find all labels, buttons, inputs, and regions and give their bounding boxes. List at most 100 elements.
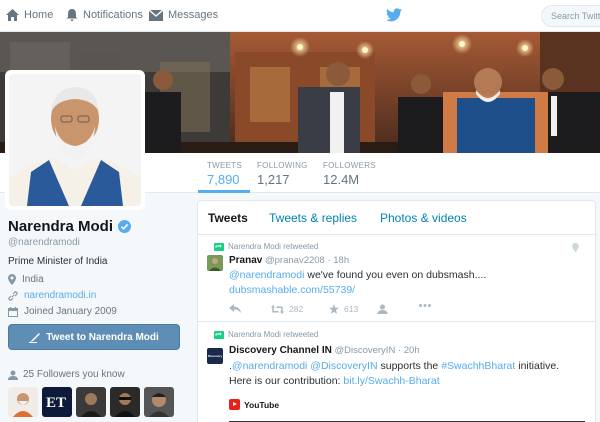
active-stat-indicator: [198, 190, 250, 193]
tweet-timestamp[interactable]: · 18h: [327, 255, 349, 266]
tweet-actions: 282 613: [229, 304, 431, 316]
retweet-button[interactable]: 282: [271, 304, 303, 314]
reply-icon: [229, 304, 241, 313]
follower-avatar[interactable]: [144, 387, 174, 417]
stat-following-label: FOLLOWING: [257, 161, 308, 170]
compose-quill-icon: [29, 332, 41, 343]
tweet-mention[interactable]: @DiscoveryIN: [310, 360, 377, 372]
tweet-mention[interactable]: @narendramodi: [229, 269, 304, 281]
more-dots-icon: [419, 304, 431, 307]
stat-following-count: 1,217: [257, 172, 290, 187]
profile-location: India: [8, 274, 44, 285]
link-icon: [8, 290, 18, 301]
profile-location-text: India: [22, 274, 44, 285]
profile-joined-text: Joined January 2009: [24, 306, 117, 317]
tweet-hashtag[interactable]: #SwachhBharat: [441, 360, 515, 372]
retweet-context-text: Narendra Modi retweeted: [228, 242, 319, 251]
profile-joined: Joined January 2009: [8, 306, 117, 317]
location-pin-icon: [572, 243, 579, 252]
tweet-header: Pranav @pranav2208 · 18h: [229, 255, 349, 266]
tweet-author-avatar[interactable]: [207, 255, 223, 271]
timeline-tabs: Tweets Tweets & replies Photos & videos: [198, 201, 595, 235]
stat-followers[interactable]: FOLLOWERS 12.4M: [323, 161, 376, 187]
tweet-body: we've found you even on dubsmash....: [304, 269, 487, 281]
timeline: Tweets Tweets & replies Photos & videos …: [197, 200, 596, 422]
tweet-author-name[interactable]: Discovery Channel IN: [229, 345, 332, 356]
reply-button[interactable]: [229, 304, 246, 313]
tab-tweets-and-replies[interactable]: Tweets & replies: [269, 211, 357, 225]
tweet[interactable]: Narendra Modi retweeted Discovery Discov…: [198, 323, 595, 422]
follower-avatar[interactable]: [76, 387, 106, 417]
star-icon: [329, 304, 339, 314]
stat-followers-count: 12.4M: [323, 172, 360, 187]
more-button[interactable]: [419, 304, 436, 307]
nav-home-label: Home: [24, 9, 54, 21]
tweet[interactable]: Narendra Modi retweeted Pranav @pranav22…: [198, 235, 595, 322]
retweet-badge-icon: [214, 242, 224, 251]
top-navigation-bar: Home Notifications Messages Search Twitt…: [0, 0, 600, 32]
retweet-context: Narendra Modi retweeted: [214, 242, 318, 251]
tweet-author-avatar[interactable]: Discovery: [207, 348, 223, 364]
tab-tweets[interactable]: Tweets: [208, 211, 248, 225]
profile-website[interactable]: narendramodi.in: [8, 290, 96, 301]
location-pin-icon: [8, 274, 16, 285]
tweet-link[interactable]: bit.ly/Swachh-Bharat: [343, 375, 439, 387]
retweet-count: 282: [289, 304, 304, 314]
nav-notifications-label: Notifications: [83, 9, 143, 21]
stat-tweets[interactable]: TWEETS 7,890: [207, 161, 242, 187]
nav-messages[interactable]: Messages: [149, 9, 218, 21]
search-input[interactable]: Search Twitter: [541, 5, 600, 27]
tweet-mention[interactable]: @narendramodi: [232, 360, 307, 372]
follower-avatar[interactable]: ET: [42, 387, 72, 417]
profile-handle[interactable]: @narendramodi: [8, 237, 80, 248]
youtube-card-text: YouTube: [244, 399, 280, 410]
calendar-icon: [8, 306, 18, 317]
tweet-timestamp[interactable]: · 20h: [398, 345, 420, 356]
stat-following[interactable]: FOLLOWING 1,217: [257, 161, 308, 187]
svg-text:ET: ET: [46, 395, 66, 411]
follower-avatar[interactable]: [110, 387, 140, 417]
nav-home[interactable]: Home: [6, 9, 53, 21]
tweet-body: initiative.: [515, 360, 560, 372]
tweet-to-button-label: Tweet to Narendra Modi: [46, 331, 159, 343]
retweet-badge-icon: [214, 330, 224, 339]
tweet-author-name[interactable]: Pranav: [229, 255, 262, 266]
tweet-body: supports the: [377, 360, 442, 372]
profile-website-text[interactable]: narendramodi.in: [24, 290, 96, 301]
home-icon: [6, 9, 19, 21]
retweet-icon: [271, 304, 284, 314]
follow-button[interactable]: [377, 304, 393, 314]
stat-tweets-count: 7,890: [207, 172, 240, 187]
tweet-author-handle[interactable]: @DiscoveryIN: [334, 345, 395, 356]
tweet-author-handle[interactable]: @pranav2208: [265, 255, 325, 266]
favorite-count: 613: [344, 304, 359, 314]
follower-avatars: ET: [8, 387, 174, 417]
retweet-context-text: Narendra Modi retweeted: [228, 330, 319, 339]
stat-followers-label: FOLLOWERS: [323, 161, 376, 170]
retweet-context: Narendra Modi retweeted: [214, 330, 318, 339]
nav-messages-label: Messages: [168, 9, 219, 21]
profile-bio: Prime Minister of India: [8, 256, 108, 267]
verified-badge-icon: [118, 220, 132, 233]
tweet-link[interactable]: dubsmashable.com/55739/: [229, 284, 355, 296]
followers-you-know-text: 25 Followers you know: [23, 369, 125, 380]
profile-name[interactable]: Narendra Modi: [8, 218, 132, 235]
tab-photos-and-videos[interactable]: Photos & videos: [380, 211, 467, 225]
discovery-logo-text: Discovery: [207, 354, 223, 358]
nav-notifications[interactable]: Notifications: [66, 9, 143, 21]
tweet-to-button[interactable]: Tweet to Narendra Modi: [8, 324, 180, 350]
follower-avatar[interactable]: [8, 387, 38, 417]
followers-you-know[interactable]: 25 Followers you know: [8, 369, 125, 380]
twitter-bird-icon[interactable]: [386, 8, 402, 22]
favorite-button[interactable]: 613: [329, 304, 358, 314]
tweet-header: Discovery Channel IN @DiscoveryIN · 20h: [229, 345, 420, 356]
youtube-logo-icon: [229, 399, 240, 410]
person-icon: [377, 304, 388, 314]
tweet-text: .@narendramodi @DiscoveryIN supports the…: [229, 359, 584, 389]
envelope-icon: [149, 9, 163, 21]
avatar-portrait: [9, 74, 141, 206]
youtube-card-label[interactable]: YouTube: [229, 399, 279, 410]
person-icon: [8, 370, 18, 380]
bell-icon: [66, 9, 78, 21]
profile-avatar[interactable]: [5, 70, 145, 210]
